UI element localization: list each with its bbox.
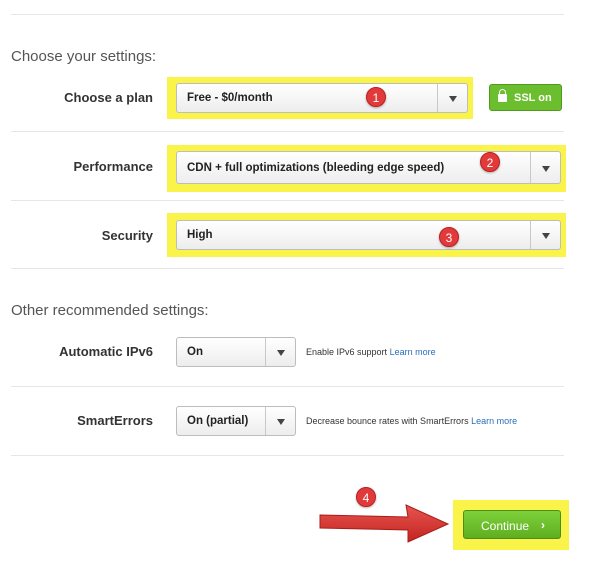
performance-label: Performance xyxy=(73,159,153,174)
smarterrors-help: Decrease bounce rates with SmartErrors L… xyxy=(306,416,517,426)
chevron-down-icon xyxy=(448,96,457,102)
smarterrors-label: SmartErrors xyxy=(77,413,153,428)
plan-select[interactable]: Free - $0/month xyxy=(176,83,468,113)
chevron-right-icon: › xyxy=(541,518,545,532)
smarterrors-learn-more-link[interactable]: Learn more xyxy=(471,416,517,426)
ssl-on-label: SSL on xyxy=(514,92,552,104)
security-dropdown-toggle[interactable] xyxy=(530,221,560,249)
chevron-down-icon xyxy=(541,233,550,239)
smarterrors-dropdown-toggle[interactable] xyxy=(265,407,295,435)
performance-dropdown-toggle[interactable] xyxy=(530,152,560,183)
ipv6-help-text: Enable IPv6 support xyxy=(306,347,388,357)
smarterrors-select[interactable]: On (partial) xyxy=(176,406,296,436)
plan-dropdown-toggle[interactable] xyxy=(437,84,467,112)
smarterrors-help-text: Decrease bounce rates with SmartErrors xyxy=(306,416,469,426)
lock-icon xyxy=(498,89,507,102)
chevron-down-icon xyxy=(276,419,285,425)
security-select[interactable]: High xyxy=(176,220,561,250)
ipv6-select-value: On xyxy=(187,346,203,358)
plan-label: Choose a plan xyxy=(64,90,153,105)
security-label: Security xyxy=(101,228,153,243)
row-divider xyxy=(11,200,564,201)
ssl-on-button[interactable]: SSL on xyxy=(489,84,562,111)
security-select-value: High xyxy=(187,229,213,241)
ipv6-help: Enable IPv6 support Learn more xyxy=(306,347,436,357)
chevron-down-icon xyxy=(276,350,285,356)
ipv6-label: Automatic IPv6 xyxy=(59,344,153,359)
ipv6-dropdown-toggle[interactable] xyxy=(265,338,295,366)
continue-button[interactable]: Continue › xyxy=(463,510,561,539)
recommended-heading: Other recommended settings: xyxy=(11,302,209,319)
ipv6-learn-more-link[interactable]: Learn more xyxy=(390,347,436,357)
row-divider xyxy=(11,268,564,269)
red-arrow-icon xyxy=(319,504,450,543)
continue-label: Continue xyxy=(481,519,530,533)
smarterrors-select-value: On (partial) xyxy=(187,415,249,427)
row-divider xyxy=(11,386,564,387)
step-badge-2: 2 xyxy=(480,152,500,172)
top-divider xyxy=(11,14,564,15)
row-divider xyxy=(11,455,564,456)
row-divider xyxy=(11,131,564,132)
step-badge-1: 1 xyxy=(366,87,386,107)
settings-heading: Choose your settings: xyxy=(11,48,157,65)
step-badge-3: 3 xyxy=(439,227,459,247)
performance-select-value: CDN + full optimizations (bleeding edge … xyxy=(187,162,445,174)
performance-select[interactable]: CDN + full optimizations (bleeding edge … xyxy=(176,151,561,184)
plan-select-value: Free - $0/month xyxy=(187,92,273,104)
ipv6-select[interactable]: On xyxy=(176,337,296,367)
chevron-down-icon xyxy=(541,165,550,172)
